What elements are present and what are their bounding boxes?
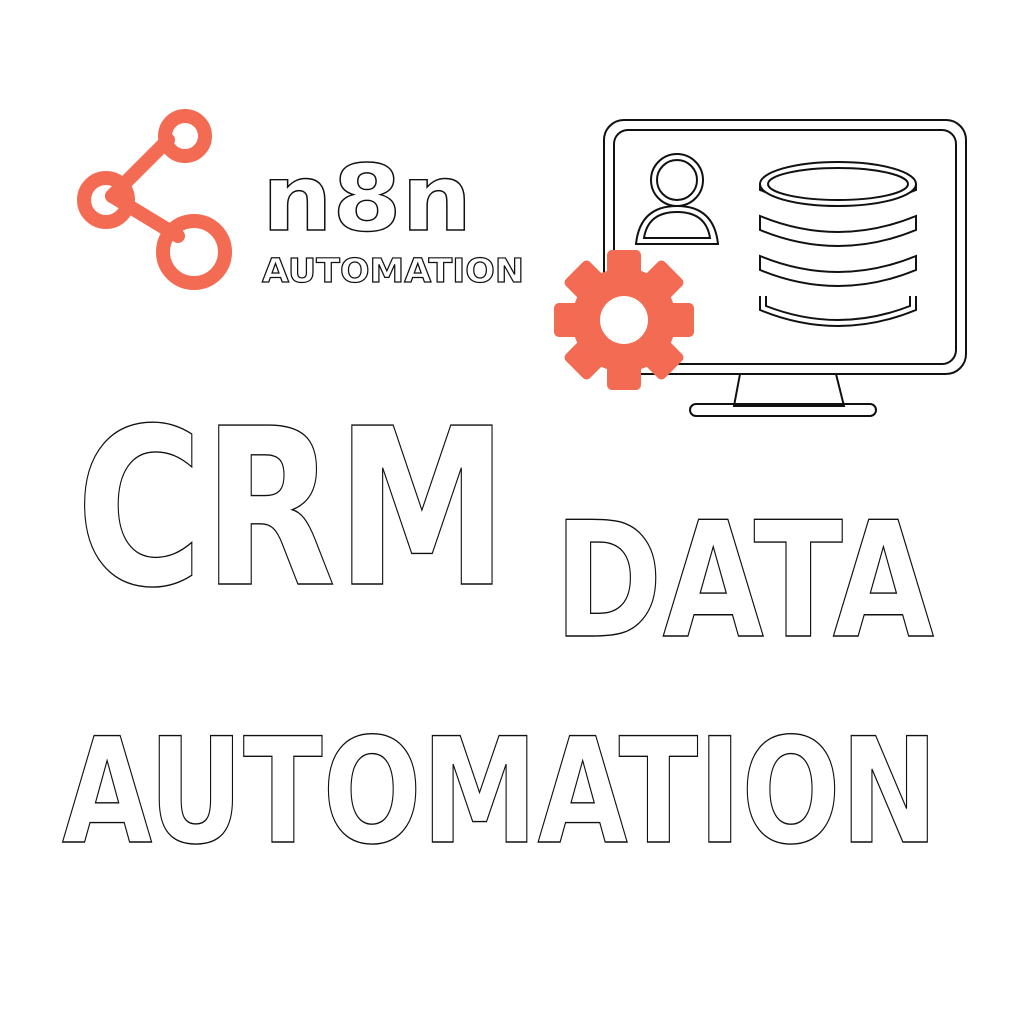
headline-crm: CRM	[76, 383, 508, 636]
database-icon	[759, 161, 917, 327]
gear-icon	[554, 250, 694, 390]
user-icon	[634, 153, 720, 245]
logo-wordmark: n8n	[262, 145, 472, 252]
logo-tagline: AUTOMATION	[262, 251, 524, 290]
n8n-node-icon	[77, 109, 232, 290]
headline-automation: AUTOMATION	[62, 707, 938, 877]
headline-data: DATA	[554, 487, 934, 674]
poster-artwork: n8n AUTOMATION CRM DATA AUTOMATION	[61, 109, 967, 878]
